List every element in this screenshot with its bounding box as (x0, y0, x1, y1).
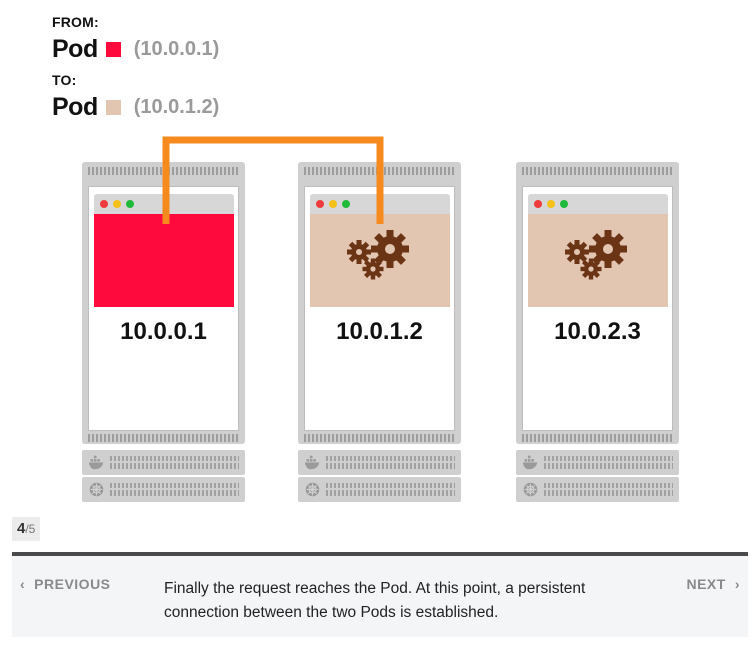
chevron-left-icon: ‹ (20, 576, 26, 592)
next-label: NEXT (686, 576, 726, 592)
next-button[interactable]: NEXT › (686, 576, 740, 592)
previous-label: PREVIOUS (34, 576, 111, 592)
step-footer: ‹ PREVIOUS Finally the request reaches t… (12, 552, 748, 637)
pod-connection-line (162, 136, 384, 224)
chevron-right-icon: › (734, 576, 740, 592)
previous-button[interactable]: ‹ PREVIOUS (20, 576, 111, 592)
step-caption: Finally the request reaches the Pod. At … (164, 580, 586, 621)
step-indicator: 4/5 (12, 517, 41, 541)
total-steps: /5 (25, 522, 36, 536)
